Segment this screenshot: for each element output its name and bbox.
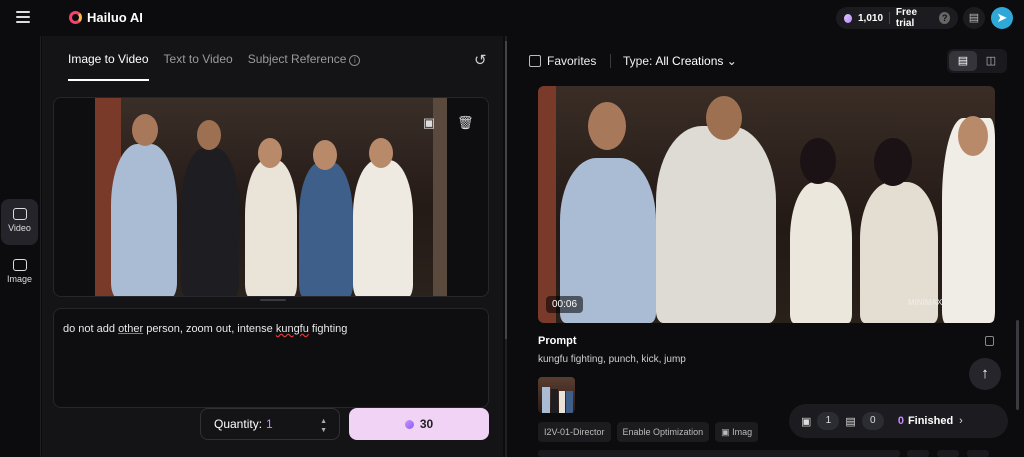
help-icon[interactable]: ? <box>939 12 951 24</box>
uploaded-image <box>95 98 447 296</box>
stepper-arrows-icon[interactable]: ▲ ▼ <box>320 417 327 435</box>
generation-status[interactable]: ▣ 1 ▤ 0 0 Finished › <box>789 404 1008 438</box>
divider <box>610 54 611 68</box>
tab-subject-reference[interactable]: Subject Reference i <box>248 52 361 81</box>
optimization-chip: Enable Optimization <box>616 422 710 442</box>
type-dropdown[interactable]: Type: All Creations ⌄ <box>623 54 737 68</box>
list-view-icon[interactable]: ▤ <box>949 51 977 71</box>
model-chip: I2V-01-Director <box>538 422 611 442</box>
minimax-logo: MINIMAX <box>908 298 943 307</box>
divider <box>889 12 890 24</box>
gem-icon <box>844 13 852 23</box>
reset-icon[interactable]: ↺ <box>474 51 487 69</box>
prompt-text: do not add other person, zoom out, inten… <box>63 323 347 335</box>
video-player[interactable]: 00:06 MINIMAX | Hailuo AI <box>538 86 995 323</box>
action-placeholder <box>967 450 989 457</box>
video-timestamp: 00:06 <box>546 296 584 313</box>
image-upload-area[interactable]: ▣ 🗑 <box>53 97 489 297</box>
finished-status: 0 Finished <box>898 415 953 427</box>
next-item-preview <box>538 450 900 457</box>
resize-handle[interactable] <box>260 299 286 301</box>
rail-item-video[interactable]: Video <box>1 199 38 245</box>
rail-item-label: Image <box>6 274 32 284</box>
type-label: Type: <box>623 54 653 68</box>
credits-count: 1,010 <box>857 12 884 24</box>
panel-scrollbar[interactable] <box>505 41 507 339</box>
quantity-value: 1 <box>266 417 273 431</box>
image-queue-count: 0 <box>861 412 884 430</box>
prompt-segment: fighting <box>308 323 348 335</box>
credits-pill[interactable]: 1,010 Free trial ? <box>836 7 958 29</box>
left-rail: Video Image <box>0 36 41 457</box>
generation-settings: I2V-01-Director Enable Optimization ▣ Im… <box>538 422 759 442</box>
hailuo-watermark: Hailuo AI <box>952 298 985 307</box>
video-queue-count: 1 <box>817 412 840 430</box>
free-trial-label: Free trial <box>895 7 918 29</box>
chevron-down-icon: ⌄ <box>726 54 737 68</box>
hamburger-icon[interactable] <box>16 11 30 23</box>
prompt-spelling-flag: kungfu <box>275 323 309 335</box>
prompt-grammar-flag: other <box>118 323 144 335</box>
create-panel: Image to Video Text to Video Subject Ref… <box>42 36 503 457</box>
top-bar: Hailuo AI 1,010 Free trial ? ▤ ➤ <box>0 0 1024 36</box>
image-chip-label: Imag <box>732 427 753 437</box>
tab-text-to-video[interactable]: Text to Video <box>164 52 233 81</box>
book-icon[interactable]: ▤ <box>963 7 985 29</box>
prompt-segment: do not add <box>63 323 119 335</box>
image-icon: ▣ <box>721 427 733 437</box>
prompt-heading: Prompt <box>538 335 577 347</box>
gem-icon <box>404 419 414 429</box>
divider: | <box>946 298 949 307</box>
prompt-segment: person, zoom out, intense <box>143 323 276 335</box>
video-icon <box>12 208 27 220</box>
action-placeholder <box>937 450 959 457</box>
image-icon <box>12 259 27 271</box>
image-chip: ▣ Imag <box>715 422 759 442</box>
generation-prompt: kungfu fighting, punch, kick, jump <box>538 354 686 365</box>
generate-button[interactable]: 30 <box>349 408 489 440</box>
creations-panel: Favorites Type: All Creations ⌄ ▤ ◫ 00:06… <box>509 36 1024 457</box>
trash-icon[interactable]: 🗑 <box>457 116 474 130</box>
quantity-stepper[interactable]: Quantity: 1 ▲ ▼ <box>200 408 340 440</box>
tab-label: Subject Reference <box>247 52 347 66</box>
copy-icon[interactable] <box>985 336 994 346</box>
app-name: Hailuo AI <box>87 10 143 25</box>
quantity-label: Quantity: <box>214 417 263 431</box>
chevron-right-icon: › <box>959 415 963 427</box>
watermark: MINIMAX | Hailuo AI <box>908 298 984 307</box>
favorites-checkbox[interactable] <box>529 55 541 67</box>
grid-view-icon[interactable]: ◫ <box>977 51 1005 71</box>
avatar[interactable]: ➤ <box>991 7 1013 29</box>
video-icon: ▣ <box>801 415 812 428</box>
type-value: All Creations <box>655 54 724 68</box>
mode-tabs: Image to Video Text to Video Subject Ref… <box>68 52 361 81</box>
replace-image-icon[interactable]: ▣ <box>421 116 437 130</box>
favorites-label: Favorites <box>547 54 597 68</box>
action-placeholder <box>907 450 929 457</box>
prompt-input[interactable]: do not add other person, zoom out, inten… <box>53 308 489 408</box>
finished-count: 0 <box>897 415 904 427</box>
rail-item-label: Video <box>8 223 31 233</box>
scroll-to-top-button[interactable]: ↑ <box>969 358 1001 390</box>
app-logo[interactable]: Hailuo AI <box>69 10 143 25</box>
rail-item-image[interactable]: Image <box>1 250 38 296</box>
source-image-thumbnail[interactable] <box>538 377 575 413</box>
favorites-filter[interactable]: Favorites <box>529 54 596 68</box>
generate-cost: 30 <box>419 417 434 431</box>
view-toggle: ▤ ◫ <box>947 49 1007 73</box>
hailuo-logo-icon <box>69 11 82 24</box>
finished-label: Finished <box>907 415 954 427</box>
scrollbar[interactable] <box>1016 320 1019 410</box>
info-icon[interactable]: i <box>349 55 361 66</box>
tab-image-to-video[interactable]: Image to Video <box>68 52 149 81</box>
image-icon: ▤ <box>845 415 856 428</box>
